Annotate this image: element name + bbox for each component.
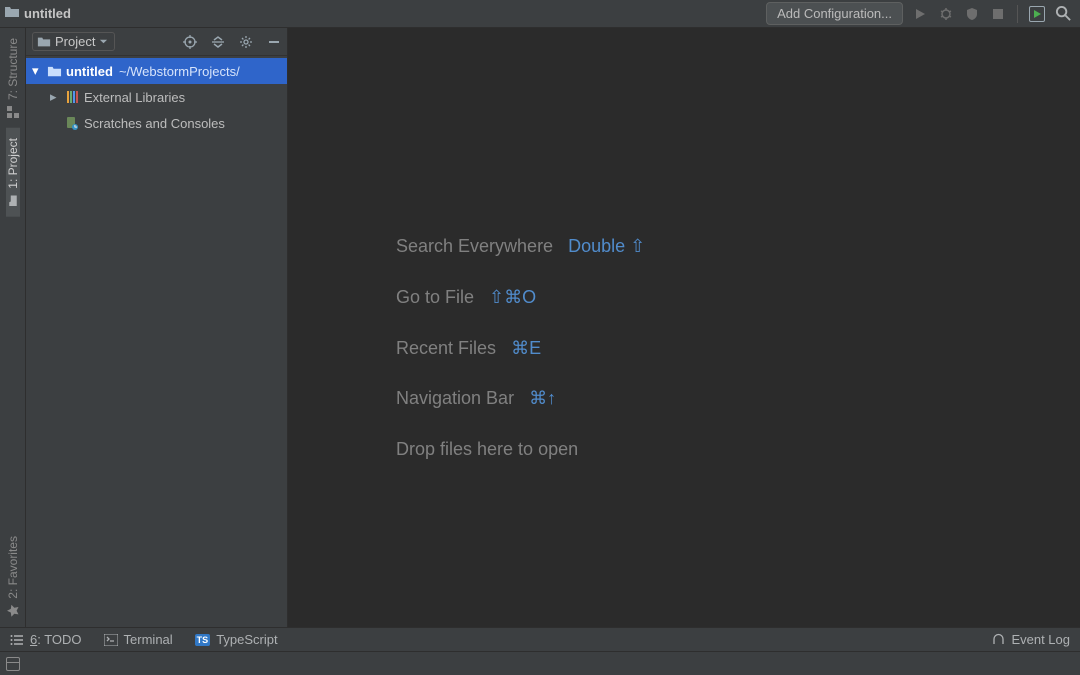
tip-shortcut: ⌘E (511, 338, 541, 358)
tip-shortcut: ⇧⌘O (489, 287, 536, 307)
run-with-coverage-icon[interactable] (963, 5, 981, 23)
chevron-right-icon: ▸ (50, 89, 62, 105)
tool-tab-project[interactable]: 1: Project (6, 128, 20, 217)
left-tool-stripe: 7: Structure 1: Project 2: Favorites (0, 28, 26, 627)
folder-icon (4, 4, 20, 23)
tip-label: Navigation Bar (396, 388, 514, 408)
tree-node-label: Scratches and Consoles (84, 116, 225, 131)
tip-label: Recent Files (396, 338, 496, 358)
tool-tab-todo[interactable]: 6: TODO (10, 632, 82, 647)
search-everywhere-icon[interactable] (1054, 5, 1072, 23)
tool-tab-label: 6: TODO (30, 632, 82, 647)
chevron-down-icon: ▾ (32, 63, 44, 79)
chevron-down-icon (99, 37, 108, 46)
tool-tab-label: TypeScript (216, 632, 277, 647)
project-header: Project (26, 28, 287, 56)
folder-icon (46, 63, 62, 79)
list-icon (10, 634, 24, 646)
tip-label: Search Everywhere (396, 236, 553, 256)
stop-icon[interactable] (989, 5, 1007, 23)
toolbar-divider (1017, 5, 1018, 23)
tool-windows-icon[interactable] (6, 657, 20, 671)
locate-icon[interactable] (183, 35, 197, 49)
star-icon (7, 604, 19, 618)
tree-node-label: External Libraries (84, 90, 185, 105)
tool-tab-label: 7: Structure (6, 38, 20, 100)
tool-tab-event-log[interactable]: Event Log (992, 632, 1070, 647)
tool-tab-label: Event Log (1011, 632, 1070, 647)
tool-tab-label: Terminal (124, 632, 173, 647)
scratches-node[interactable]: ▸ Scratches and Consoles (26, 110, 287, 136)
project-tool-window: Project ▾ (26, 28, 288, 627)
scratches-icon (64, 115, 80, 131)
structure-icon (7, 105, 19, 119)
tool-tab-favorites[interactable]: 2: Favorites (6, 526, 20, 627)
folder-icon (37, 35, 51, 49)
tool-tab-typescript[interactable]: TS TypeScript (195, 632, 278, 647)
debug-icon[interactable] (937, 5, 955, 23)
event-log-icon (992, 633, 1005, 646)
editor-area[interactable]: Search Everywhere Double ⇧ Go to File ⇧⌘… (288, 28, 1080, 627)
tip-label: Drop files here to open (396, 439, 578, 459)
typescript-icon: TS (195, 634, 211, 646)
tool-tab-label: 2: Favorites (6, 536, 20, 599)
project-breadcrumb[interactable]: untitled (24, 6, 71, 21)
project-view-combo[interactable]: Project (32, 32, 115, 51)
tip-shortcut: ⌘↑ (529, 388, 556, 408)
terminal-icon (104, 634, 118, 646)
folder-icon (7, 194, 19, 208)
add-configuration-button[interactable]: Add Configuration... (766, 2, 903, 25)
bottom-tool-stripe: 6: TODO Terminal TS TypeScript Event Log (0, 627, 1080, 651)
gear-icon[interactable] (239, 35, 253, 49)
tree-node-label: untitled (66, 64, 113, 79)
project-tree: ▾ untitled ~/WebstormProjects/ ▸ Externa… (26, 56, 287, 136)
project-view-label: Project (55, 34, 95, 49)
run-icon[interactable] (911, 5, 929, 23)
status-bar (0, 651, 1080, 675)
tip-shortcut: Double ⇧ (568, 236, 645, 256)
tool-tab-label: 1: Project (6, 138, 20, 189)
tip-label: Go to File (396, 287, 474, 307)
libraries-icon (64, 89, 80, 105)
navigation-bar: untitled Add Configuration... (0, 0, 1080, 28)
run-anything-icon[interactable] (1028, 5, 1046, 23)
hide-icon[interactable] (267, 35, 281, 49)
editor-empty-tips: Search Everywhere Double ⇧ Go to File ⇧⌘… (396, 232, 645, 486)
external-libraries-node[interactable]: ▸ External Libraries (26, 84, 287, 110)
tool-tab-terminal[interactable]: Terminal (104, 632, 173, 647)
expand-all-icon[interactable] (211, 35, 225, 49)
project-root-node[interactable]: ▾ untitled ~/WebstormProjects/ (26, 58, 287, 84)
tree-node-path: ~/WebstormProjects/ (119, 64, 240, 79)
tool-tab-structure[interactable]: 7: Structure (6, 28, 20, 128)
